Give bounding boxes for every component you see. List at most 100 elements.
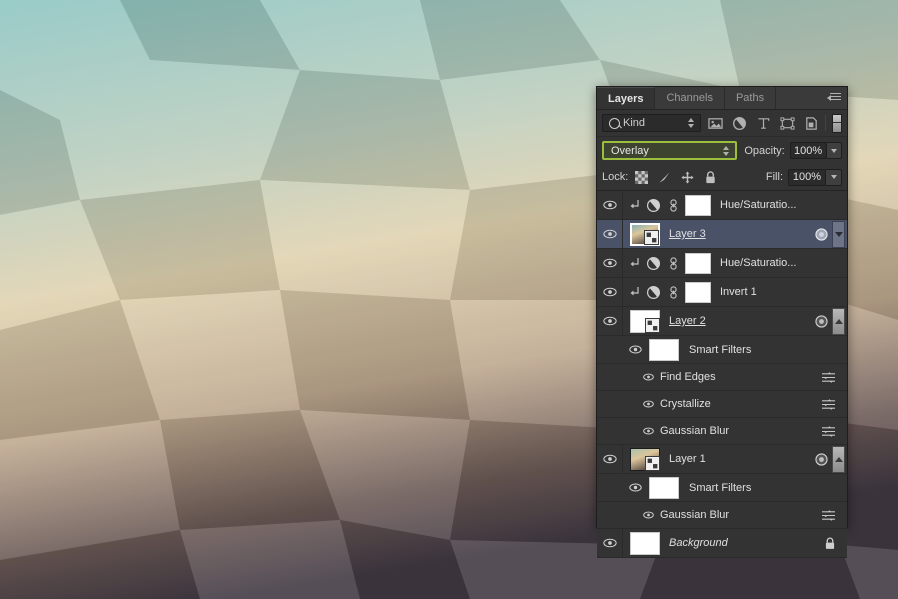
lock-position-icon[interactable] <box>681 170 694 184</box>
smart-object-badge-icon <box>645 317 660 333</box>
chevron-down-icon <box>830 175 837 179</box>
eye-icon[interactable] <box>643 373 654 381</box>
opacity-input[interactable]: 100% <box>789 142 827 159</box>
smart-object-badge-icon <box>645 455 660 471</box>
shape-layers-icon[interactable] <box>780 116 795 131</box>
layer-thumbnail[interactable] <box>630 531 660 555</box>
eye-icon <box>602 316 617 326</box>
lock-label: Lock: <box>602 171 629 183</box>
layer-row-hue-saturation-second[interactable]: Hue/Saturatio... <box>597 249 847 278</box>
eye-icon <box>628 483 642 492</box>
filter-row-crystallize[interactable]: Crystallize <box>597 391 847 418</box>
filter-row-gaussian-blur-layer-2[interactable]: Gaussian Blur <box>597 418 847 445</box>
filter-name: Gaussian Blur <box>660 425 730 437</box>
layer-visibility-toggle[interactable] <box>597 249 623 277</box>
blend-opacity-bar: Overlay Opacity: 100% <box>597 137 847 164</box>
smart-filter-indicator-icon[interactable] <box>815 452 828 466</box>
opacity-dropdown-button[interactable] <box>826 142 842 159</box>
eye-icon <box>602 287 617 297</box>
clipping-mask-icon <box>627 286 642 298</box>
fill-input[interactable]: 100% <box>788 168 826 186</box>
layer-visibility-toggle[interactable] <box>597 529 623 557</box>
link-icon[interactable] <box>667 256 680 270</box>
panel-menu-icon[interactable] <box>827 91 843 105</box>
layer-row-invert-1[interactable]: Invert 1 <box>597 278 847 307</box>
filter-name: Find Edges <box>660 371 716 383</box>
smart-filters-row-layer-1[interactable]: Smart Filters <box>597 474 847 502</box>
smart-filter-indicator-icon[interactable] <box>815 314 828 328</box>
layer-name[interactable]: Layer 3 <box>669 228 706 240</box>
filter-name: Crystallize <box>660 398 711 410</box>
link-icon[interactable] <box>667 198 680 212</box>
filter-row-gaussian-blur-layer-1[interactable]: Gaussian Blur <box>597 502 847 529</box>
chevron-updown-icon[interactable] <box>723 146 730 158</box>
clipping-mask-icon <box>627 199 642 211</box>
smart-object-layers-icon[interactable] <box>804 116 819 131</box>
layer-list: Hue/Saturatio... Layer 3 Hue/Saturatio..… <box>597 191 847 558</box>
eye-icon <box>628 345 642 354</box>
chevron-updown-icon[interactable] <box>687 118 695 130</box>
lock-image-pixels-icon[interactable] <box>658 171 671 184</box>
smart-object-badge-icon <box>644 229 659 245</box>
lock-transparent-pixels-icon[interactable] <box>635 170 649 184</box>
triangle-up-icon <box>834 318 843 324</box>
filter-settings-icon[interactable] <box>821 425 836 438</box>
triangle-down-icon <box>834 231 843 237</box>
smart-filter-indicator-icon[interactable] <box>815 227 828 241</box>
adjustment-icon <box>646 285 661 299</box>
layer-row-layer-2[interactable]: Layer 2 <box>597 307 847 336</box>
smart-filters-visibility-toggle[interactable] <box>623 483 647 492</box>
layer-row-layer-3[interactable]: Layer 3 <box>597 220 847 249</box>
layer-row-background[interactable]: Background <box>597 529 847 558</box>
link-icon[interactable] <box>667 285 680 299</box>
tab-channels[interactable]: Channels <box>655 87 725 109</box>
eye-icon[interactable] <box>643 511 654 519</box>
layer-collapse-toggle[interactable] <box>832 307 845 335</box>
smart-filter-mask-thumbnail[interactable] <box>649 476 679 499</box>
layers-panel: Layers Channels Paths Kind Overlay Opaci… <box>596 86 848 558</box>
layer-name: Hue/Saturatio... <box>720 199 797 211</box>
filter-enable-toggle[interactable] <box>831 113 843 133</box>
filter-name: Gaussian Blur <box>660 509 730 521</box>
adjustment-layers-icon[interactable] <box>732 116 747 131</box>
layer-row-layer-1[interactable]: Layer 1 <box>597 445 847 474</box>
smart-filters-visibility-toggle[interactable] <box>623 345 647 354</box>
filter-row-find-edges[interactable]: Find Edges <box>597 364 847 391</box>
layer-expand-toggle[interactable] <box>832 220 845 248</box>
filter-settings-icon[interactable] <box>821 398 836 411</box>
layer-name[interactable]: Layer 1 <box>669 453 706 465</box>
layer-visibility-toggle[interactable] <box>597 278 623 306</box>
filter-settings-icon[interactable] <box>821 371 836 384</box>
layer-mask-thumbnail[interactable] <box>685 194 711 216</box>
tab-layers[interactable]: Layers <box>597 87 656 109</box>
layer-visibility-toggle[interactable] <box>597 220 623 248</box>
layer-visibility-toggle[interactable] <box>597 307 623 335</box>
layer-collapse-toggle[interactable] <box>832 445 845 473</box>
eye-icon[interactable] <box>643 427 654 435</box>
lock-all-icon[interactable] <box>704 170 717 184</box>
blend-mode-select[interactable]: Overlay <box>602 141 738 160</box>
tab-paths[interactable]: Paths <box>724 87 777 109</box>
adjustment-icon <box>646 256 661 270</box>
layer-row-hue-saturation-top[interactable]: Hue/Saturatio... <box>597 191 847 220</box>
layer-name[interactable]: Layer 2 <box>669 315 706 327</box>
smart-filter-mask-thumbnail[interactable] <box>649 338 679 361</box>
layer-mask-thumbnail[interactable] <box>685 252 711 274</box>
pixel-layers-icon[interactable] <box>708 116 723 131</box>
layer-thumbnail[interactable] <box>630 447 660 471</box>
layer-visibility-toggle[interactable] <box>597 445 623 473</box>
eye-icon <box>602 229 617 239</box>
smart-filters-row-layer-2[interactable]: Smart Filters <box>597 336 847 364</box>
layer-visibility-toggle[interactable] <box>597 191 623 219</box>
layer-filter-bar: Kind <box>597 110 847 137</box>
layer-thumbnail[interactable] <box>630 309 660 333</box>
filter-kind-select[interactable]: Kind <box>602 114 701 132</box>
layer-thumbnail[interactable] <box>630 222 660 246</box>
chevron-down-icon <box>830 148 837 153</box>
filter-settings-icon[interactable] <box>821 509 836 522</box>
eye-icon[interactable] <box>643 400 654 408</box>
search-icon <box>609 117 620 129</box>
type-layers-icon[interactable] <box>756 116 771 131</box>
fill-dropdown-button[interactable] <box>826 168 842 186</box>
layer-mask-thumbnail[interactable] <box>685 281 711 303</box>
